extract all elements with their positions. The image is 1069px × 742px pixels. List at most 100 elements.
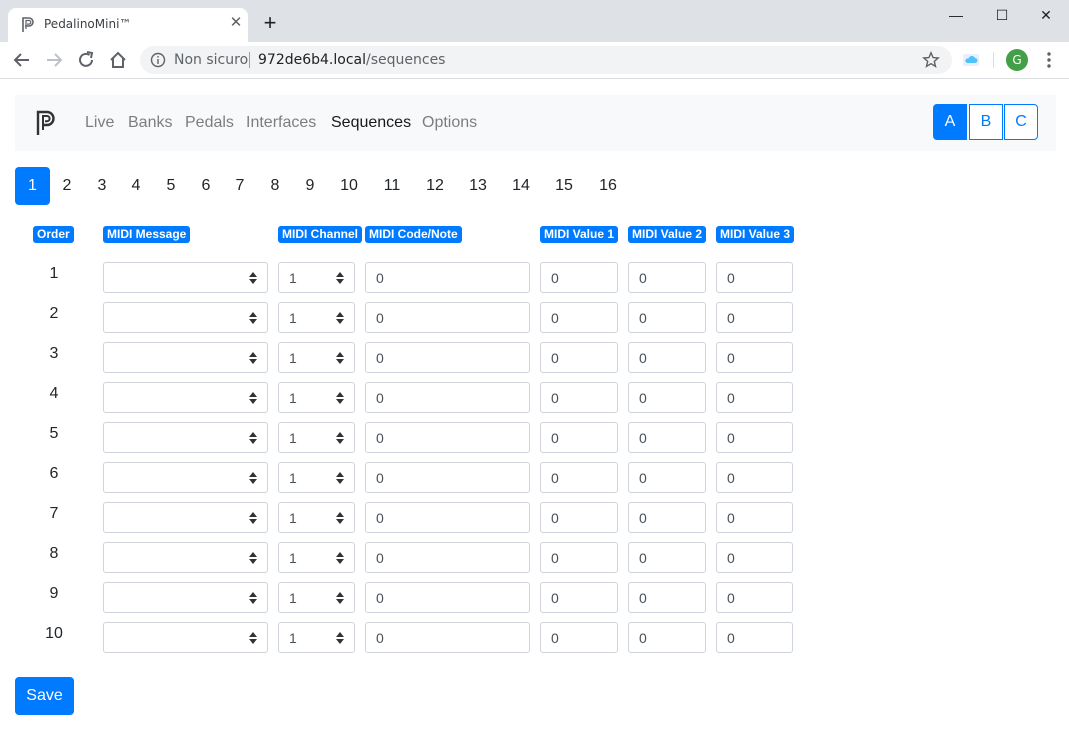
midi-value-2-input[interactable]: 0 (628, 622, 706, 653)
midi-value-3-input[interactable]: 0 (716, 542, 793, 573)
midi-message-select[interactable] (103, 422, 268, 453)
reload-icon[interactable] (76, 50, 96, 70)
midi-message-select[interactable] (103, 262, 268, 293)
info-icon[interactable] (150, 52, 166, 68)
midi-channel-select[interactable]: 1 (278, 622, 355, 653)
midi-value-3-input[interactable]: 0 (716, 502, 793, 533)
midi-message-select[interactable] (103, 302, 268, 333)
midi-value-2-input[interactable]: 0 (628, 542, 706, 573)
sequence-tab-3[interactable]: 3 (90, 167, 114, 205)
sequence-tab-6[interactable]: 6 (194, 167, 218, 205)
sequence-tab-12[interactable]: 12 (419, 167, 451, 205)
midi-value-1-input[interactable]: 0 (540, 422, 618, 453)
sequence-tab-16[interactable]: 16 (592, 167, 624, 205)
sequence-tab-8[interactable]: 8 (263, 167, 287, 205)
window-close-icon[interactable]: ✕ (1023, 0, 1069, 30)
nav-interfaces[interactable]: Interfaces (246, 114, 316, 132)
sequence-tab-5[interactable]: 5 (159, 167, 183, 205)
sequence-tab-13[interactable]: 13 (462, 167, 494, 205)
midi-value-2-input[interactable]: 0 (628, 422, 706, 453)
midi-value-1-input[interactable]: 0 (540, 382, 618, 413)
midi-value-2-input[interactable]: 0 (628, 582, 706, 613)
midi-value-1-input[interactable]: 0 (540, 302, 618, 333)
midi-value-3-input[interactable]: 0 (716, 262, 793, 293)
midi-channel-select[interactable]: 1 (278, 342, 355, 373)
profile-avatar[interactable]: G (1006, 49, 1028, 71)
sequence-tab-9[interactable]: 9 (298, 167, 322, 205)
midi-code-input[interactable]: 0 (365, 502, 530, 533)
forward-arrow-icon[interactable] (44, 50, 64, 70)
midi-code-input[interactable]: 0 (365, 302, 530, 333)
midi-value-3-input[interactable]: 0 (716, 342, 793, 373)
midi-code-input[interactable]: 0 (365, 462, 530, 493)
nav-live[interactable]: Live (85, 114, 114, 132)
midi-message-select[interactable] (103, 502, 268, 533)
midi-channel-select[interactable]: 1 (278, 262, 355, 293)
address-bar[interactable]: Non sicuro 972de6b4.local/sequences (140, 46, 952, 74)
midi-code-input[interactable]: 0 (365, 542, 530, 573)
midi-value-1-input[interactable]: 0 (540, 582, 618, 613)
profile-a-button[interactable]: A (933, 104, 967, 140)
maximize-icon[interactable]: ☐ (979, 0, 1025, 30)
midi-message-select[interactable] (103, 462, 268, 493)
sequence-tab-11[interactable]: 11 (376, 167, 408, 205)
sequence-tab-14[interactable]: 14 (505, 167, 537, 205)
sequence-tab-15[interactable]: 15 (548, 167, 580, 205)
midi-code-input[interactable]: 0 (365, 582, 530, 613)
kebab-menu-icon[interactable] (1041, 51, 1057, 69)
profile-b-button[interactable]: B (969, 104, 1003, 140)
midi-value-3-input[interactable]: 0 (716, 302, 793, 333)
midi-message-select[interactable] (103, 542, 268, 573)
nav-options[interactable]: Options (422, 114, 477, 132)
midi-value-2-input[interactable]: 0 (628, 502, 706, 533)
midi-channel-select[interactable]: 1 (278, 462, 355, 493)
midi-value-3-input[interactable]: 0 (716, 462, 793, 493)
midi-code-input[interactable]: 0 (365, 262, 530, 293)
midi-channel-select[interactable]: 1 (278, 582, 355, 613)
midi-value-1-input[interactable]: 0 (540, 622, 618, 653)
pedalino-logo-icon[interactable] (35, 110, 57, 136)
sequence-tab-1[interactable]: 1 (15, 167, 50, 205)
midi-value-2-input[interactable]: 0 (628, 302, 706, 333)
midi-code-input[interactable]: 0 (365, 622, 530, 653)
midi-message-select[interactable] (103, 382, 268, 413)
cloud-extension-icon[interactable] (962, 51, 980, 69)
midi-value-1-input[interactable]: 0 (540, 502, 618, 533)
home-icon[interactable] (108, 50, 128, 70)
midi-code-input[interactable]: 0 (365, 382, 530, 413)
midi-code-input[interactable]: 0 (365, 422, 530, 453)
back-arrow-icon[interactable] (12, 50, 32, 70)
midi-channel-select[interactable]: 1 (278, 502, 355, 533)
midi-message-select[interactable] (103, 582, 268, 613)
nav-banks[interactable]: Banks (128, 114, 172, 132)
midi-message-select[interactable] (103, 622, 268, 653)
midi-value-1-input[interactable]: 0 (540, 542, 618, 573)
midi-value-1-input[interactable]: 0 (540, 262, 618, 293)
midi-value-2-input[interactable]: 0 (628, 262, 706, 293)
midi-value-2-input[interactable]: 0 (628, 342, 706, 373)
midi-value-2-input[interactable]: 0 (628, 462, 706, 493)
save-button[interactable]: Save (15, 677, 74, 715)
browser-tab[interactable]: PedalinoMini™ ✕ (8, 8, 248, 42)
midi-value-1-input[interactable]: 0 (540, 462, 618, 493)
sequence-tab-10[interactable]: 10 (333, 167, 365, 205)
tab-close-icon[interactable]: ✕ (228, 15, 244, 31)
midi-value-3-input[interactable]: 0 (716, 582, 793, 613)
sequence-tab-4[interactable]: 4 (124, 167, 148, 205)
midi-channel-select[interactable]: 1 (278, 382, 355, 413)
profile-c-button[interactable]: C (1004, 104, 1038, 140)
midi-value-3-input[interactable]: 0 (716, 422, 793, 453)
bookmark-star-icon[interactable] (922, 51, 940, 69)
midi-value-1-input[interactable]: 0 (540, 342, 618, 373)
midi-code-input[interactable]: 0 (365, 342, 530, 373)
midi-value-3-input[interactable]: 0 (716, 622, 793, 653)
sequence-tab-7[interactable]: 7 (228, 167, 252, 205)
midi-value-3-input[interactable]: 0 (716, 382, 793, 413)
midi-channel-select[interactable]: 1 (278, 422, 355, 453)
midi-message-select[interactable] (103, 342, 268, 373)
nav-pedals[interactable]: Pedals (185, 114, 234, 132)
midi-value-2-input[interactable]: 0 (628, 382, 706, 413)
new-tab-icon[interactable]: + (260, 12, 280, 34)
nav-sequences[interactable]: Sequences (331, 114, 411, 132)
midi-channel-select[interactable]: 1 (278, 542, 355, 573)
